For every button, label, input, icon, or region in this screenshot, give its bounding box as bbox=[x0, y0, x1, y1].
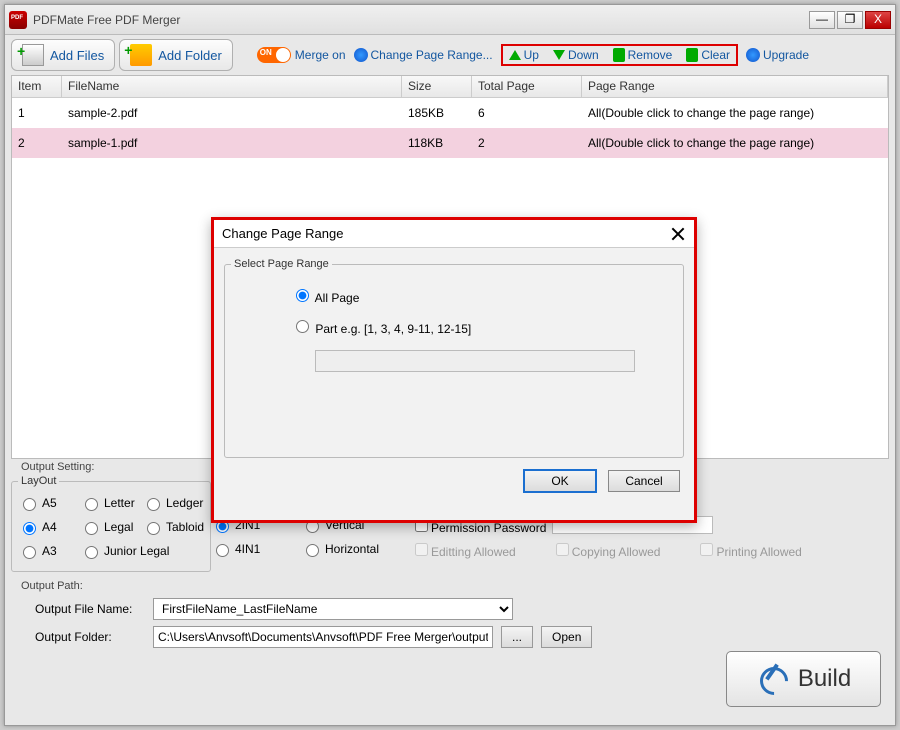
table-header: Item FileName Size Total Page Page Range bbox=[12, 76, 888, 98]
dialog-close-button[interactable] bbox=[670, 226, 686, 242]
change-page-range-dialog: Change Page Range Select Page Range All … bbox=[211, 217, 697, 523]
radio-tabloid[interactable]: Tabloid bbox=[142, 519, 204, 535]
change-page-range-button[interactable]: Change Page Range... bbox=[350, 48, 497, 62]
radio-junior[interactable]: Junior Legal bbox=[80, 543, 190, 559]
dialog-ok-button[interactable]: OK bbox=[524, 470, 596, 492]
radio-letter[interactable]: Letter bbox=[80, 495, 138, 511]
output-filename-label: Output File Name: bbox=[35, 602, 145, 616]
radio-ledger[interactable]: Ledger bbox=[142, 495, 203, 511]
close-button[interactable]: X bbox=[865, 11, 891, 29]
col-filename[interactable]: FileName bbox=[62, 76, 402, 97]
radio-a5[interactable]: A5 bbox=[18, 495, 76, 511]
arrow-up-icon bbox=[509, 50, 521, 60]
check-editing: Editting Allowed bbox=[411, 540, 516, 559]
radio-a3[interactable]: A3 bbox=[18, 543, 76, 559]
move-up-button[interactable]: Up bbox=[505, 48, 543, 62]
toolbar: Add Files Add Folder ON Merge on Change … bbox=[5, 35, 895, 75]
check-copying: Copying Allowed bbox=[552, 540, 661, 559]
remove-button[interactable]: Remove bbox=[609, 48, 677, 62]
main-window: PDFMate Free PDF Merger — ❐ X Add Files … bbox=[4, 4, 896, 726]
upgrade-icon bbox=[746, 48, 760, 62]
col-pagerange[interactable]: Page Range bbox=[582, 76, 888, 97]
dialog-cancel-button[interactable]: Cancel bbox=[608, 470, 680, 492]
add-files-label: Add Files bbox=[50, 48, 104, 63]
change-range-label: Change Page Range... bbox=[371, 48, 493, 62]
add-files-button[interactable]: Add Files bbox=[11, 39, 115, 71]
open-folder-button[interactable]: Open bbox=[541, 626, 592, 648]
output-filename-select[interactable]: FirstFileName_LastFileName bbox=[153, 598, 513, 620]
clear-button[interactable]: Clear bbox=[682, 48, 734, 62]
wrench-icon bbox=[354, 48, 368, 62]
col-totalpage[interactable]: Total Page bbox=[472, 76, 582, 97]
build-label: Build bbox=[798, 665, 851, 693]
browse-button[interactable]: ... bbox=[501, 626, 533, 648]
merge-toggle-label: Merge on bbox=[295, 48, 346, 62]
select-page-range-group: Select Page Range All Page Part e.g. [1,… bbox=[224, 258, 684, 458]
maximize-button[interactable]: ❐ bbox=[837, 11, 863, 29]
output-folder-input[interactable] bbox=[153, 626, 493, 648]
layout-group: LayOut A5 Letter Ledger A4 Legal Tabloid… bbox=[11, 475, 211, 572]
dialog-legend: Select Page Range bbox=[231, 258, 332, 270]
radio-horizontal[interactable]: Horizontal bbox=[301, 541, 379, 557]
add-folder-label: Add Folder bbox=[158, 48, 222, 63]
highlight-box: Up Down Remove Clear bbox=[501, 44, 738, 66]
col-size[interactable]: Size bbox=[402, 76, 472, 97]
table-row[interactable]: 1 sample-2.pdf 185KB 6 All(Double click … bbox=[12, 98, 888, 128]
col-item[interactable]: Item bbox=[12, 76, 62, 97]
arrow-down-icon bbox=[553, 50, 565, 60]
dialog-titlebar[interactable]: Change Page Range bbox=[214, 220, 694, 248]
radio-part[interactable]: Part e.g. [1, 3, 4, 9-11, 12-15] bbox=[291, 317, 471, 336]
build-button[interactable]: Build bbox=[726, 651, 881, 707]
add-folder-icon bbox=[130, 44, 152, 66]
radio-a4[interactable]: A4 bbox=[18, 519, 76, 535]
merge-toggle[interactable]: ON Merge on bbox=[257, 47, 346, 63]
app-title: PDFMate Free PDF Merger bbox=[33, 13, 807, 27]
layout-legend: LayOut bbox=[18, 475, 59, 487]
titlebar[interactable]: PDFMate Free PDF Merger — ❐ X bbox=[5, 5, 895, 35]
add-folder-button[interactable]: Add Folder bbox=[119, 39, 233, 71]
trash-icon bbox=[686, 48, 698, 62]
add-files-icon bbox=[22, 44, 44, 66]
output-path-label: Output Path: bbox=[21, 580, 889, 592]
build-icon bbox=[756, 663, 788, 695]
trash-icon bbox=[613, 48, 625, 62]
radio-4in1[interactable]: 4IN1 bbox=[211, 541, 269, 557]
dialog-title: Change Page Range bbox=[222, 226, 670, 241]
upgrade-button[interactable]: Upgrade bbox=[742, 48, 813, 62]
minimize-button[interactable]: — bbox=[809, 11, 835, 29]
radio-all-page[interactable]: All Page bbox=[291, 286, 359, 305]
move-down-button[interactable]: Down bbox=[549, 48, 603, 62]
part-range-input bbox=[315, 350, 635, 372]
check-printing: Printing Allowed bbox=[696, 540, 801, 559]
toggle-on-text: ON bbox=[260, 48, 272, 57]
output-folder-label: Output Folder: bbox=[35, 630, 145, 644]
table-row[interactable]: 2 sample-1.pdf 118KB 2 All(Double click … bbox=[12, 128, 888, 158]
radio-legal[interactable]: Legal bbox=[80, 519, 138, 535]
app-icon bbox=[9, 11, 27, 29]
